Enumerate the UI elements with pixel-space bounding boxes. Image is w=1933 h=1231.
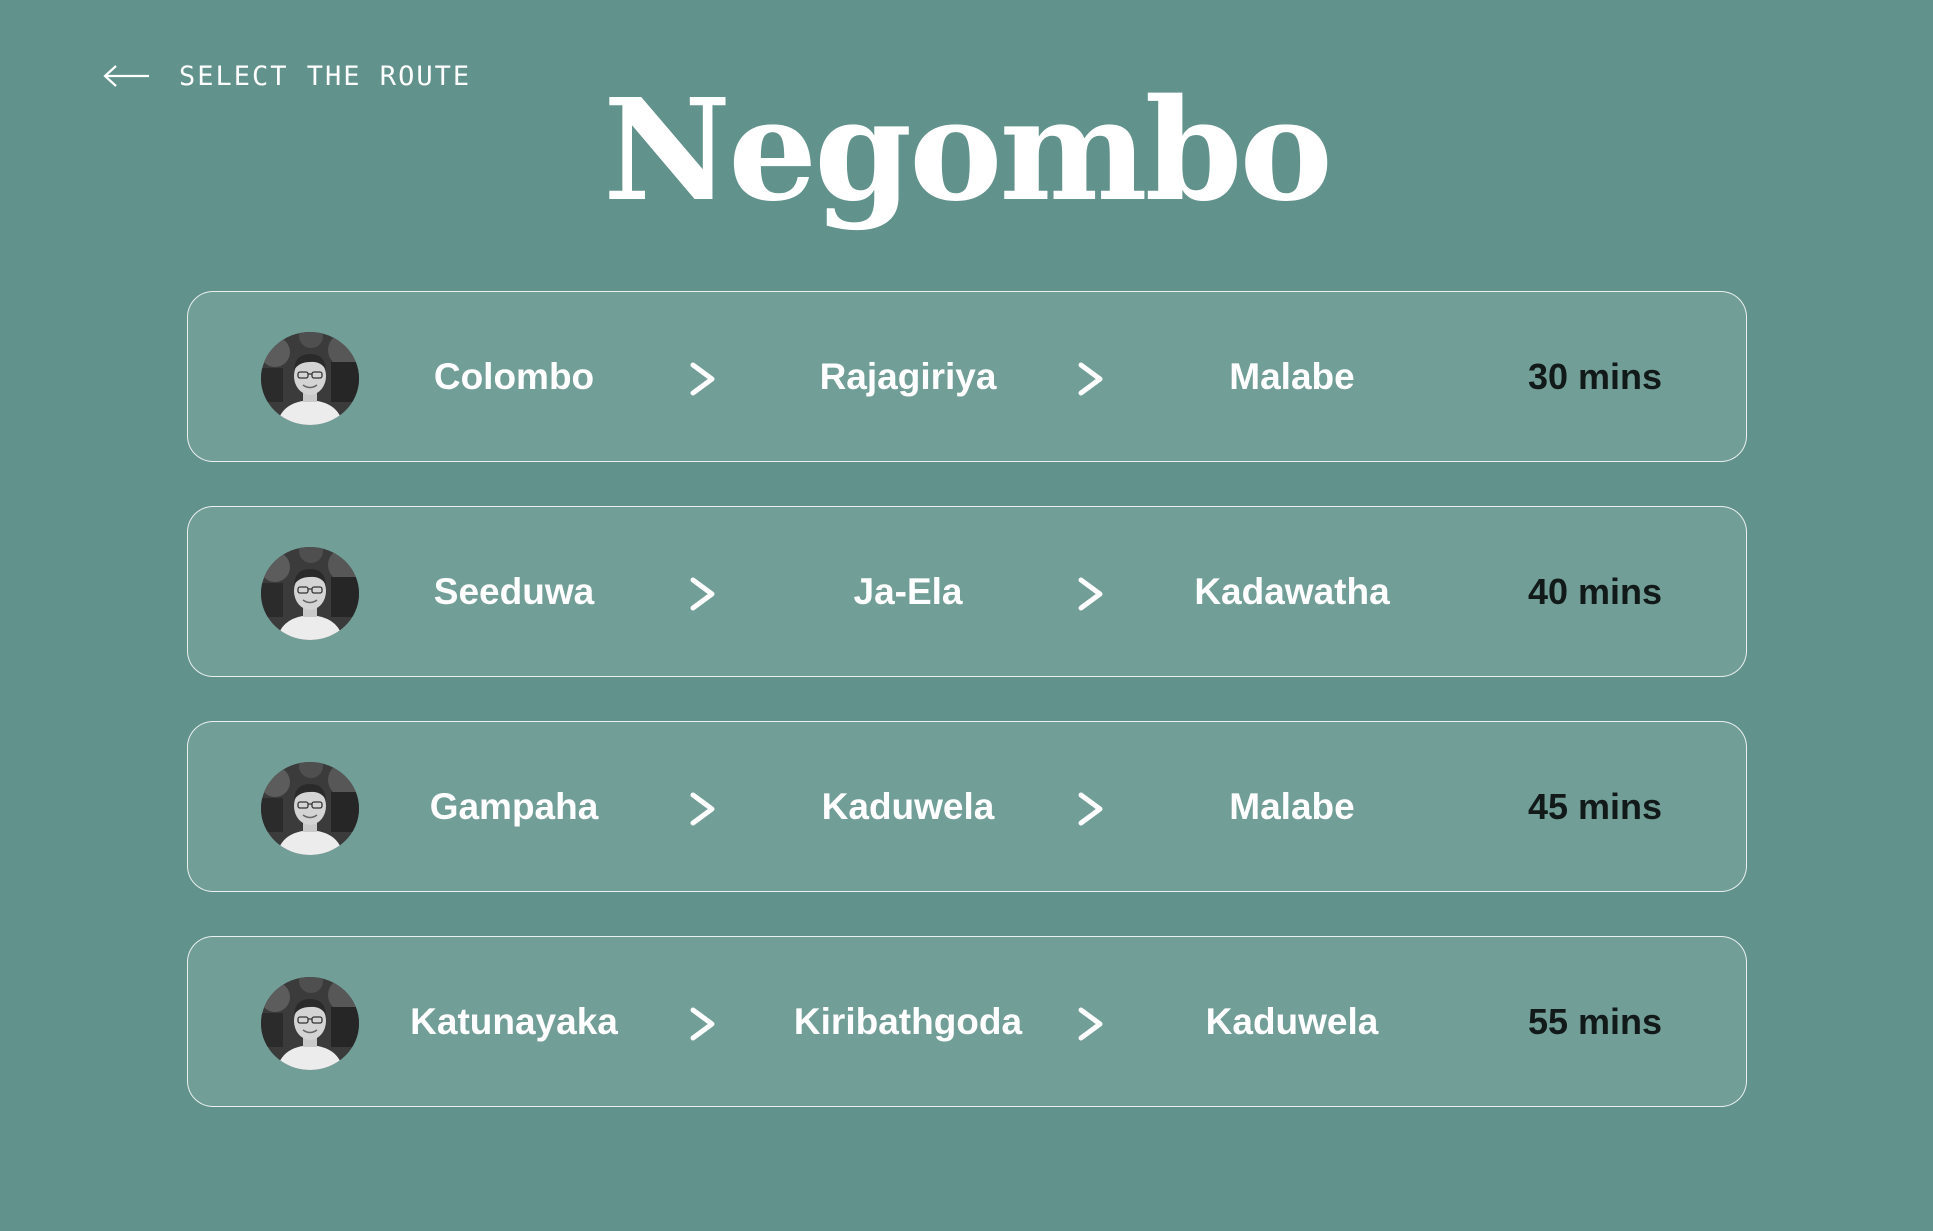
route-list: Colombo Rajagiriya Malabe 30 mins Seeduw… [187, 291, 1747, 1151]
route-stop-origin: Seeduwa [433, 570, 595, 612]
driver-avatar [261, 547, 359, 640]
chevron-right-icon [1076, 576, 1106, 612]
route-stop-destination: Kadawatha [1194, 570, 1390, 612]
route-stop-destination: Malabe [1229, 785, 1355, 827]
route-card[interactable]: Gampaha Kaduwela Malabe 45 mins [187, 721, 1747, 892]
route-card[interactable]: Seeduwa Ja-Ela Kadawatha 40 mins [187, 506, 1747, 677]
route-duration: 55 mins [1527, 1000, 1663, 1042]
route-stop-destination: Kaduwela [1205, 1000, 1379, 1042]
route-stop-origin: Katunayaka [410, 1000, 618, 1042]
driver-avatar [261, 977, 359, 1070]
chevron-right-icon [688, 1006, 718, 1042]
chevron-right-icon [688, 791, 718, 827]
route-card[interactable]: Katunayaka Kiribathgoda Kaduwela 55 mins [187, 936, 1747, 1107]
page-title: Negombo [603, 69, 1333, 233]
route-duration: 40 mins [1527, 570, 1663, 612]
chevron-right-icon [1076, 1006, 1106, 1042]
chevron-right-icon [688, 576, 718, 612]
driver-avatar [261, 762, 359, 855]
route-stop-origin: Colombo [433, 355, 595, 397]
route-duration: 30 mins [1527, 355, 1663, 397]
route-stop-via: Rajagiriya [819, 355, 997, 397]
route-duration: 45 mins [1527, 785, 1663, 827]
route-stop-via: Kiribathgoda [793, 1000, 1023, 1042]
route-stop-via: Kaduwela [821, 785, 995, 827]
route-stop-via: Ja-Ela [853, 570, 963, 612]
route-stop-destination: Malabe [1229, 355, 1355, 397]
chevron-right-icon [1076, 791, 1106, 827]
chevron-right-icon [1076, 361, 1106, 397]
chevron-right-icon [688, 361, 718, 397]
driver-avatar [261, 332, 359, 425]
route-card[interactable]: Colombo Rajagiriya Malabe 30 mins [187, 291, 1747, 462]
route-stop-origin: Gampaha [429, 785, 599, 827]
